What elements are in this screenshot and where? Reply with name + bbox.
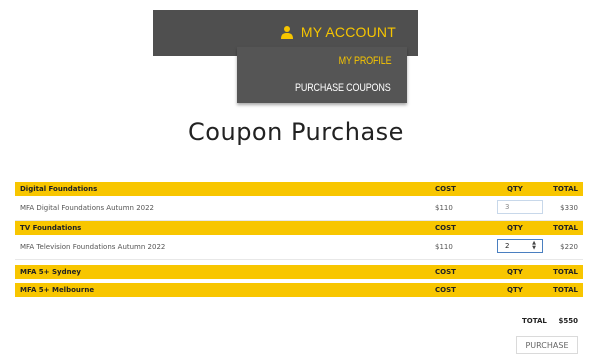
- table-row: MFA Digital Foundations Autumn 2022 $110…: [15, 196, 583, 221]
- quantity-input[interactable]: 3: [497, 200, 543, 214]
- item-cost: $110: [435, 243, 453, 251]
- column-cost: COST: [435, 185, 456, 193]
- section-header-digital-foundations: Digital Foundations COST QTY TOTAL: [15, 182, 583, 196]
- coupon-table: Digital Foundations COST QTY TOTAL MFA D…: [15, 182, 583, 297]
- quantity-value: 2: [505, 242, 510, 250]
- column-total: TOTAL: [553, 268, 578, 276]
- quantity-value: 3: [505, 203, 510, 211]
- table-row: MFA Television Foundations Autumn 2022 $…: [15, 235, 583, 260]
- grand-total-label: TOTAL: [522, 317, 547, 325]
- section-name: TV Foundations: [20, 224, 82, 232]
- menu-item-my-profile[interactable]: MY PROFILE: [338, 55, 391, 67]
- column-qty: QTY: [507, 286, 523, 294]
- section-header-tv-foundations: TV Foundations COST QTY TOTAL: [15, 221, 583, 235]
- section-name: Digital Foundations: [20, 185, 98, 193]
- my-account-menu[interactable]: MY ACCOUNT: [280, 24, 396, 40]
- item-total: $330: [560, 204, 578, 212]
- section-header-mfa-sydney: MFA 5+ Sydney COST QTY TOTAL: [15, 265, 583, 279]
- user-icon: [280, 26, 293, 39]
- page-title: Coupon Purchase: [188, 118, 404, 146]
- item-total: $220: [560, 243, 578, 251]
- section-name: MFA 5+ Sydney: [20, 268, 81, 276]
- account-dropdown: MY PROFILE PURCHASE COUPONS: [237, 47, 407, 103]
- quantity-stepper[interactable]: 2 ▲ ▼: [497, 239, 543, 253]
- spinner-arrows-icon[interactable]: ▲ ▼: [532, 241, 536, 251]
- column-cost: COST: [435, 286, 456, 294]
- item-name: MFA Digital Foundations Autumn 2022: [20, 204, 155, 212]
- column-cost: COST: [435, 224, 456, 232]
- column-total: TOTAL: [553, 185, 578, 193]
- column-qty: QTY: [507, 224, 523, 232]
- column-qty: QTY: [507, 185, 523, 193]
- column-total: TOTAL: [553, 286, 578, 294]
- item-cost: $110: [435, 204, 453, 212]
- section-header-mfa-melbourne: MFA 5+ Melbourne COST QTY TOTAL: [15, 283, 583, 297]
- section-name: MFA 5+ Melbourne: [20, 286, 95, 294]
- column-total: TOTAL: [553, 224, 578, 232]
- grand-total-value: $550: [558, 317, 578, 325]
- column-qty: QTY: [507, 268, 523, 276]
- my-account-label: MY ACCOUNT: [300, 24, 396, 40]
- menu-item-purchase-coupons[interactable]: PURCHASE COUPONS: [295, 82, 391, 94]
- item-name: MFA Television Foundations Autumn 2022: [20, 243, 166, 251]
- grand-total-row: TOTAL $550: [15, 309, 583, 329]
- purchase-button[interactable]: PURCHASE: [516, 336, 578, 354]
- column-cost: COST: [435, 268, 456, 276]
